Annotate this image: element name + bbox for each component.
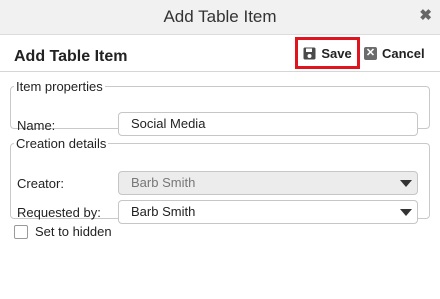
requested-by-select[interactable]: Barb Smith: [118, 200, 418, 224]
set-hidden-checkbox[interactable]: [14, 224, 28, 239]
name-input[interactable]: Social Media: [118, 112, 418, 136]
name-label: Name:: [17, 118, 56, 133]
requested-by-value: Barb Smith: [131, 204, 196, 219]
caret-down-icon: [400, 209, 412, 216]
page-title: Add Table Item: [14, 48, 128, 65]
creator-label: Creator:: [17, 176, 64, 191]
dialog-title: Add Table Item: [163, 7, 277, 26]
requested-by-label: Requested by:: [17, 205, 101, 220]
item-properties-group: Item properties Name: Social Media: [10, 79, 430, 136]
cancel-button[interactable]: ✕ Cancel: [364, 40, 425, 66]
creator-select: Barb Smith: [118, 171, 418, 195]
set-hidden-label: Set to hidden: [35, 224, 112, 239]
set-hidden-row[interactable]: Set to hidden: [14, 224, 112, 239]
cancel-label: Cancel: [382, 45, 425, 61]
close-box-icon: ✕: [364, 46, 377, 60]
item-properties-legend: Item properties: [16, 79, 103, 94]
floppy-disk-icon: [303, 47, 316, 59]
caret-down-icon: [400, 180, 412, 187]
creation-details-group: Creation details Creator: Barb Smith Req…: [10, 136, 430, 224]
save-button[interactable]: Save: [295, 37, 360, 69]
save-label: Save: [321, 45, 352, 61]
close-icon[interactable]: ✖: [419, 8, 432, 24]
creation-details-legend: Creation details: [16, 136, 107, 151]
dialog-header: Add Table Item Save ✕ Cancel: [0, 35, 440, 72]
dialog-titlebar: Add Table Item ✖: [0, 0, 440, 35]
creator-value: Barb Smith: [131, 175, 196, 190]
